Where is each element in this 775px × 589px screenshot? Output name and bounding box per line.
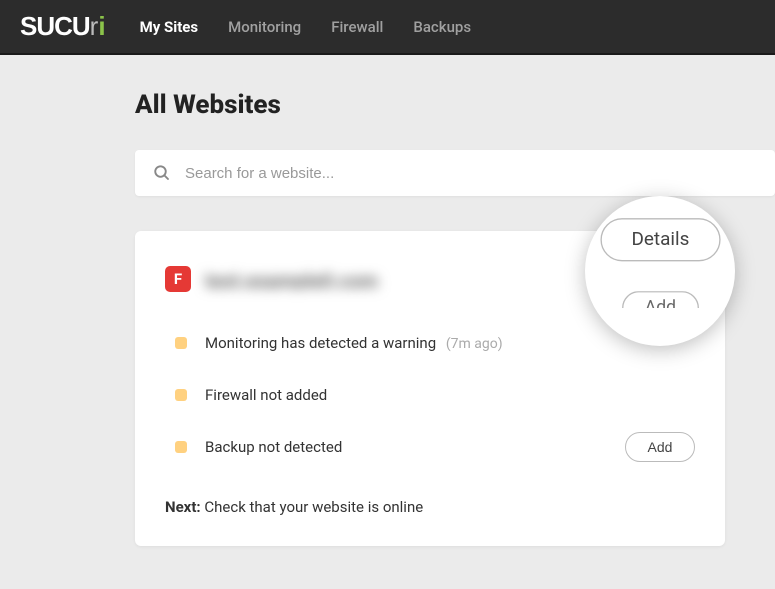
status-text: Backup not detected	[205, 438, 607, 456]
add-button[interactable]: Add	[625, 432, 695, 462]
search-icon	[153, 164, 171, 182]
nav-backups[interactable]: Backups	[413, 18, 471, 36]
warning-icon	[175, 337, 187, 349]
site-card: F test.example0.com Monitoring has detec…	[135, 231, 725, 546]
site-name-obscured: test.example0.com	[205, 269, 425, 289]
status-row-firewall: Firewall not added Add	[175, 369, 695, 421]
grade-badge: F	[165, 266, 191, 292]
primary-nav: My Sites Monitoring Firewall Backups	[140, 18, 471, 36]
next-step: Next: Check that your website is online	[165, 498, 695, 516]
next-label: Next:	[165, 498, 201, 516]
main-content: All Websites F test.example0.com Monitor…	[0, 55, 775, 566]
nav-my-sites[interactable]: My Sites	[140, 18, 199, 36]
add-button-partial: Add	[621, 291, 698, 325]
nav-firewall[interactable]: Firewall	[331, 18, 383, 36]
status-text: Monitoring has detected a warning (7m ag…	[205, 334, 592, 352]
brand-logo: SUCUri	[20, 11, 105, 42]
app-header: SUCUri My Sites Monitoring Firewall Back…	[0, 0, 775, 55]
details-button[interactable]: Details	[600, 218, 720, 261]
warning-icon	[175, 389, 187, 401]
details-highlight-magnifier: Details Add	[585, 196, 735, 346]
status-text: Firewall not added	[205, 386, 607, 404]
next-text: Check that your website is online	[204, 498, 423, 516]
warning-icon	[175, 441, 187, 453]
search-input[interactable]	[185, 165, 757, 182]
status-list: Monitoring has detected a warning (7m ag…	[175, 317, 695, 473]
search-bar	[135, 150, 775, 196]
status-row-backup: Backup not detected Add	[175, 421, 695, 473]
page-title: All Websites	[135, 90, 725, 120]
nav-monitoring[interactable]: Monitoring	[228, 18, 301, 36]
status-timestamp: (7m ago)	[446, 336, 503, 352]
